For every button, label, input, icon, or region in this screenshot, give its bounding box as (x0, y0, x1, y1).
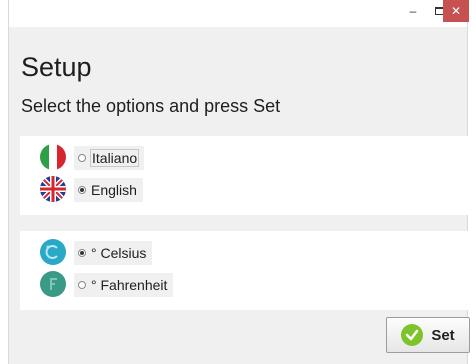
uk-flag-icon (40, 176, 66, 202)
italy-flag-icon (40, 144, 66, 170)
set-button-label: Set (431, 326, 455, 344)
language-option-italiano: Italiano (20, 144, 469, 174)
temperature-option-celsius: ° Celsius (20, 239, 469, 269)
celsius-radio[interactable]: ° Celsius (74, 241, 153, 265)
celsius-icon (40, 239, 66, 265)
page-title: Setup (21, 52, 92, 82)
temperature-option-fahrenheit: ° Fahrenheit (20, 271, 469, 301)
language-panel: Italiano English (20, 136, 469, 215)
radio-label: ° Celsius (91, 245, 147, 261)
close-button[interactable]: ✕ (443, 0, 469, 22)
page-subtitle: Select the options and press Set (21, 96, 281, 116)
radio-label: English (91, 182, 137, 198)
temperature-panel: ° Celsius ° Fahrenheit (20, 231, 469, 310)
title-bar: – ✕ (9, 0, 469, 27)
minimize-button[interactable]: – (400, 0, 426, 22)
radio-indicator (78, 186, 86, 194)
set-button[interactable]: Set (386, 317, 470, 353)
checkmark-icon (401, 324, 424, 346)
radio-label: Italiano (89, 149, 140, 167)
fahrenheit-icon (40, 271, 66, 297)
radio-label: ° Fahrenheit (91, 277, 168, 293)
radio-indicator (78, 249, 86, 257)
english-radio[interactable]: English (74, 178, 143, 202)
fahrenheit-radio[interactable]: ° Fahrenheit (74, 273, 174, 297)
language-option-english: English (20, 176, 469, 206)
radio-indicator (78, 281, 86, 289)
setup-window: – ✕ Setup Select the options and press S… (8, 0, 470, 364)
radio-indicator (78, 154, 86, 162)
italiano-radio[interactable]: Italiano (74, 146, 145, 170)
